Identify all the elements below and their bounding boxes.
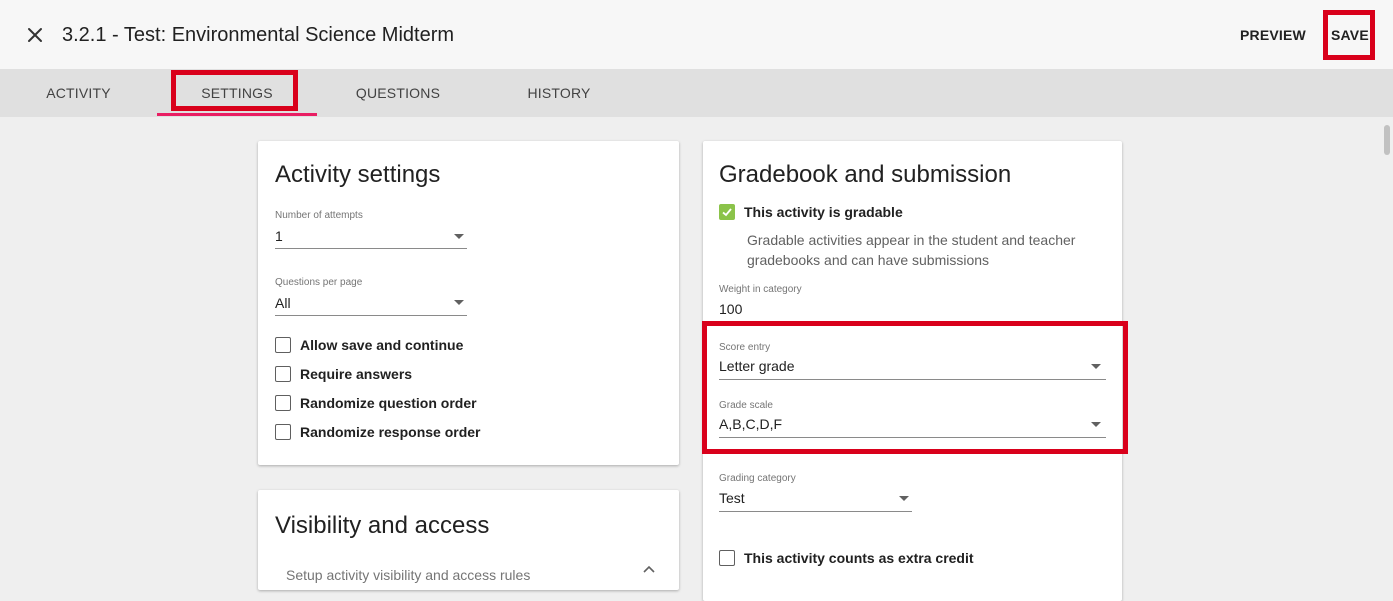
score-entry-select[interactable]: Letter grade bbox=[719, 354, 1106, 380]
tab-settings[interactable]: SETTINGS bbox=[157, 69, 317, 117]
randomize-response-checkbox[interactable]: Randomize response order bbox=[275, 424, 481, 440]
gradable-checkbox[interactable]: This activity is gradable bbox=[719, 204, 903, 220]
checkbox-box[interactable] bbox=[275, 395, 291, 411]
tab-activity[interactable]: ACTIVITY bbox=[0, 69, 157, 117]
caret-down-icon bbox=[899, 496, 909, 501]
score-entry-value: Letter grade bbox=[719, 358, 795, 374]
attempts-select[interactable]: 1 bbox=[275, 223, 467, 249]
activity-settings-card: Activity settings Number of attempts 1 Q… bbox=[258, 141, 679, 465]
per-page-value: All bbox=[275, 295, 291, 311]
checkbox-box[interactable] bbox=[275, 337, 291, 353]
save-button[interactable]: SAVE bbox=[1331, 27, 1369, 43]
tab-bar: ACTIVITY SETTINGS QUESTIONS HISTORY bbox=[0, 69, 1393, 117]
visibility-card: Visibility and access Setup activity vis… bbox=[258, 490, 679, 590]
caret-down-icon bbox=[454, 300, 464, 305]
top-bar: 3.2.1 - Test: Environmental Science Midt… bbox=[0, 0, 1393, 69]
caret-down-icon bbox=[1091, 422, 1101, 427]
checkbox-box[interactable] bbox=[275, 366, 291, 382]
grading-category-select[interactable]: Test bbox=[719, 486, 912, 512]
attempts-label: Number of attempts bbox=[275, 210, 363, 221]
checkbox-label: This activity is gradable bbox=[744, 204, 903, 220]
tab-questions[interactable]: QUESTIONS bbox=[317, 69, 479, 117]
caret-down-icon bbox=[454, 234, 464, 239]
scrollbar-thumb[interactable] bbox=[1384, 125, 1390, 155]
caret-down-icon bbox=[1091, 364, 1101, 369]
page-title: 3.2.1 - Test: Environmental Science Midt… bbox=[62, 24, 455, 46]
per-page-select[interactable]: All bbox=[275, 290, 467, 316]
grade-scale-select[interactable]: A,B,C,D,F bbox=[719, 412, 1106, 438]
grade-scale-value: A,B,C,D,F bbox=[719, 416, 783, 432]
gradebook-card: Gradebook and submission This activity i… bbox=[703, 141, 1122, 601]
tab-history[interactable]: HISTORY bbox=[479, 69, 639, 117]
checkbox-label: Randomize question order bbox=[300, 395, 477, 411]
grading-category-value: Test bbox=[719, 490, 745, 506]
score-entry-label: Score entry bbox=[719, 342, 771, 353]
weight-label: Weight in category bbox=[719, 284, 802, 295]
attempts-underline bbox=[275, 248, 467, 249]
checkbox-label: Randomize response order bbox=[300, 424, 481, 440]
randomize-question-checkbox[interactable]: Randomize question order bbox=[275, 395, 477, 411]
allow-save-checkbox[interactable]: Allow save and continue bbox=[275, 337, 463, 353]
per-page-underline bbox=[275, 315, 467, 316]
active-tab-indicator bbox=[157, 113, 317, 116]
close-icon[interactable] bbox=[24, 24, 46, 46]
checkbox-box[interactable] bbox=[719, 550, 735, 566]
gradebook-title: Gradebook and submission bbox=[719, 161, 1012, 188]
visibility-title: Visibility and access bbox=[275, 512, 490, 539]
checkbox-label: This activity counts as extra credit bbox=[744, 550, 974, 566]
preview-button[interactable]: PREVIEW bbox=[1240, 27, 1306, 43]
per-page-label: Questions per page bbox=[275, 277, 363, 288]
checkbox-box[interactable] bbox=[275, 424, 291, 440]
attempts-value: 1 bbox=[275, 228, 283, 244]
grading-category-underline bbox=[719, 511, 912, 512]
require-answers-checkbox[interactable]: Require answers bbox=[275, 366, 412, 382]
checkbox-label: Allow save and continue bbox=[300, 337, 464, 353]
visibility-subtitle: Setup activity visibility and access rul… bbox=[286, 567, 531, 583]
grade-scale-label: Grade scale bbox=[719, 400, 773, 411]
activity-settings-title: Activity settings bbox=[275, 161, 441, 188]
extra-credit-checkbox[interactable]: This activity counts as extra credit bbox=[719, 550, 974, 566]
grade-scale-underline bbox=[719, 437, 1106, 438]
gradable-help-text: Gradable activities appear in the studen… bbox=[747, 232, 1076, 268]
weight-value[interactable]: 100 bbox=[719, 301, 742, 317]
score-entry-underline bbox=[719, 379, 1106, 380]
grading-category-label: Grading category bbox=[719, 473, 796, 484]
chevron-up-icon[interactable] bbox=[642, 561, 656, 579]
check-icon[interactable] bbox=[719, 204, 735, 220]
checkbox-label: Require answers bbox=[300, 366, 413, 382]
